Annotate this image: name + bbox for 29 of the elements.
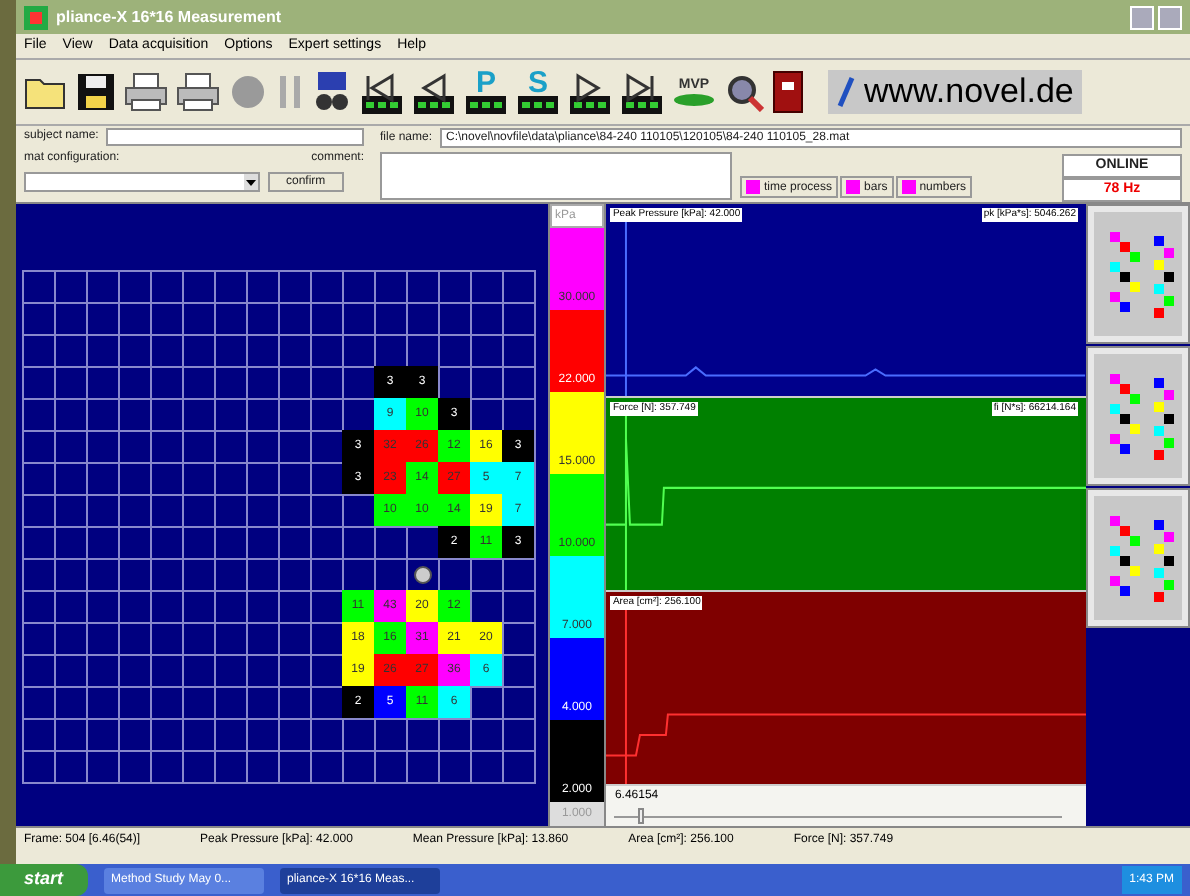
film-strip-icon xyxy=(464,96,508,116)
book-icon[interactable] xyxy=(772,70,804,114)
center-marker-icon xyxy=(413,565,431,583)
app-icon xyxy=(24,5,48,29)
film-arrow-icon xyxy=(412,68,456,116)
film-arrow-icon xyxy=(568,68,612,116)
printer-icon[interactable] xyxy=(176,72,220,112)
film-arrow-button[interactable] xyxy=(620,68,664,116)
film-arrow-button[interactable] xyxy=(568,68,612,116)
pressure-thumbnail[interactable] xyxy=(1094,354,1182,478)
figure-icon[interactable] xyxy=(312,70,352,114)
slash-icon xyxy=(836,76,856,108)
window-title: pliance-X 16*16 Measurement xyxy=(56,5,281,29)
film-arrow-button[interactable] xyxy=(412,68,456,116)
comment-field[interactable] xyxy=(380,152,732,200)
film-arrow-icon xyxy=(360,68,404,116)
film-strip-icon xyxy=(516,96,560,116)
film-arrow-button[interactable] xyxy=(360,68,404,116)
dropdown-arrow-icon[interactable] xyxy=(244,174,258,190)
magnifier-icon[interactable] xyxy=(724,72,764,112)
printer-icon[interactable] xyxy=(124,72,168,112)
subject-name-field[interactable] xyxy=(106,128,364,146)
save-icon[interactable] xyxy=(76,72,116,112)
pressure-thumbnail[interactable] xyxy=(1094,212,1182,336)
slider-thumb[interactable] xyxy=(638,808,645,824)
website-link[interactable]: www.novel.de xyxy=(828,70,1082,114)
film-arrow-icon xyxy=(620,68,664,116)
pressure-thumbnail[interactable] xyxy=(1094,496,1182,620)
start-button[interactable]: start xyxy=(0,864,88,896)
